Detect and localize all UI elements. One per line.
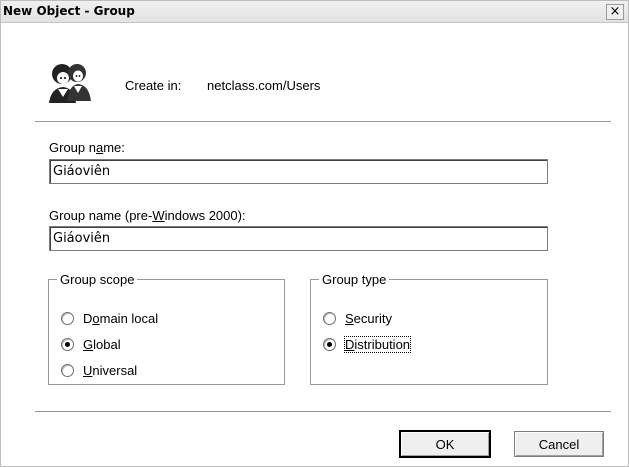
group-name-field[interactable] <box>49 159 548 184</box>
radio-domain-local[interactable]: Domain local <box>61 309 158 327</box>
group-scope-box: Group scope Domain local Global Universa… <box>48 273 285 385</box>
title-bar[interactable]: New Object - Group × <box>1 1 628 23</box>
group-type-legend: Group type <box>322 272 387 287</box>
ok-button[interactable]: OK <box>399 430 491 458</box>
radio-label-distribution: Distribution <box>343 335 412 353</box>
group-type-box: Group type Security Distribution <box>310 273 548 385</box>
radio-circle[interactable] <box>323 311 336 325</box>
divider <box>35 121 611 123</box>
group-scope-legend: Group scope <box>60 272 135 287</box>
cancel-button[interactable]: Cancel <box>514 431 604 457</box>
group-name-label: Group name: <box>49 140 125 155</box>
group-name-pre2000-field[interactable] <box>49 226 548 251</box>
divider <box>35 411 611 413</box>
radio-label-global: Global <box>83 336 121 352</box>
radio-circle[interactable] <box>61 311 74 325</box>
window-title: New Object - Group <box>3 4 135 18</box>
radio-security[interactable]: Security <box>323 309 392 327</box>
radio-universal[interactable]: Universal <box>61 361 137 379</box>
radio-circle-selected[interactable] <box>323 337 336 351</box>
radio-label-domain-local: Domain local <box>83 310 159 326</box>
close-button[interactable]: × <box>606 4 624 20</box>
radio-distribution[interactable]: Distribution <box>323 335 412 353</box>
group-users-icon <box>49 64 91 103</box>
create-in-path: netclass.com/Users <box>207 78 321 93</box>
radio-label-universal: Universal <box>83 362 138 378</box>
create-in-label: Create in: <box>125 78 182 93</box>
radio-circle-selected[interactable] <box>61 337 74 351</box>
radio-circle[interactable] <box>61 363 74 377</box>
new-object-group-dialog: New Object - Group × Create in: netclass… <box>0 0 629 467</box>
radio-label-security: Security <box>345 310 392 326</box>
group-name-pre2000-label: Group name (pre-Windows 2000): <box>49 208 246 223</box>
radio-global[interactable]: Global <box>61 335 121 353</box>
